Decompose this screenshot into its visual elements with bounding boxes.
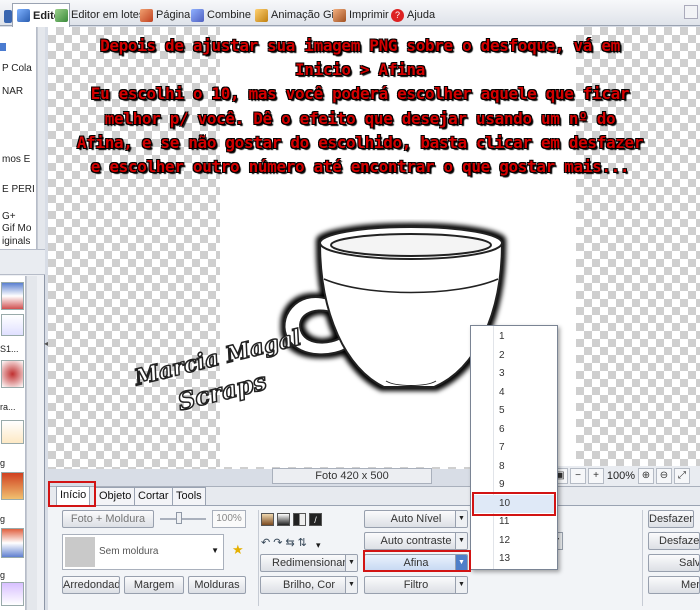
rotate-right-icon[interactable]: ↷ [273, 536, 282, 549]
gif-icon [255, 8, 268, 22]
folder-icon [0, 43, 6, 51]
photo-frame-button[interactable]: Foto + Moldura [62, 510, 154, 528]
brightness-color-button[interactable]: Brilho, Cor ▼ [260, 576, 358, 594]
negative-icon[interactable]: / [309, 513, 322, 526]
chevron-down-icon: ▼ [345, 577, 357, 593]
tab-batch-editor[interactable]: Editor em lotes [53, 5, 146, 25]
tab-cortar[interactable]: Cortar [134, 487, 173, 505]
flip-horizontal-icon[interactable]: ⇆ [285, 536, 294, 549]
thumbnail-scrollbar[interactable] [26, 276, 37, 610]
zoom-level: 100% [606, 470, 636, 482]
photo-size-status: Foto 420 x 500 [272, 468, 432, 484]
help-icon: ? [391, 8, 404, 22]
sidebar-splitter[interactable] [0, 249, 45, 275]
flip-vertical-icon[interactable]: ⇅ [298, 536, 307, 549]
resize-button[interactable]: Redimensionar ▼ [260, 554, 358, 572]
chevron-down-icon: ▼ [211, 546, 219, 555]
menu-item-12[interactable]: 12 [472, 532, 556, 550]
thumbnail[interactable] [1, 582, 24, 606]
rotate-left-icon[interactable]: ↶ [261, 536, 270, 549]
thumbnail[interactable] [1, 472, 24, 500]
chevron-down-icon: ▼ [455, 511, 467, 527]
fullscreen-icon[interactable]: ⤢ [674, 468, 690, 484]
instruction-text: Depois de ajustar sua imagem PNG sobre o… [76, 36, 644, 177]
menu-item-6[interactable]: 6 [472, 421, 556, 439]
frame-preview [65, 537, 95, 567]
frame-select[interactable]: Sem moldura ▼ [62, 534, 224, 570]
combine-icon [191, 8, 204, 22]
menu-item-8[interactable]: 8 [472, 458, 556, 476]
menu-item-4[interactable]: 4 [472, 384, 556, 402]
transform-icons: ↶ ↷ ⇆ ⇅ [261, 536, 307, 549]
divider [642, 510, 643, 606]
top-tab-bar: Editor Editor em lotes Página Combine An… [0, 0, 700, 27]
tab-objeto[interactable]: Objeto [95, 487, 136, 505]
printer-icon [333, 8, 346, 22]
page-icon [140, 8, 153, 22]
bottom-panel: Início Objeto Cortar Tools Foto + Moldur… [48, 486, 700, 610]
zoom-toolbar: ▣ − + 100% ⊕ ⊖ ⤢ [548, 466, 700, 486]
divider [258, 510, 259, 606]
slider-percent[interactable]: 100% [212, 510, 246, 528]
frame-slider[interactable] [160, 518, 206, 520]
zoom-out-icon[interactable]: − [570, 468, 586, 484]
auto-level-button[interactable]: Auto Nível ▼ [364, 510, 468, 528]
highlight-menu-item-10 [472, 492, 556, 516]
frames-button[interactable]: Molduras [188, 576, 246, 594]
zoom-in-icon[interactable]: + [588, 468, 604, 484]
menu-item-2[interactable]: 2 [472, 347, 556, 365]
thumbnail[interactable] [1, 528, 24, 558]
tab-help[interactable]: ? Ajuda [389, 5, 437, 25]
thumbnail[interactable] [1, 282, 24, 310]
tab-combine[interactable]: Combine [189, 5, 253, 25]
sepia-icon[interactable] [261, 513, 274, 526]
thumbnail-list[interactable]: S1... ra... g g g [0, 276, 26, 610]
undo-button[interactable]: Desfazer [648, 510, 694, 528]
undo-all-button[interactable]: Desfazer [648, 532, 700, 550]
menu-item-1[interactable]: 1 [472, 328, 556, 346]
tab-tools[interactable]: Tools [172, 487, 206, 505]
sharpen-dropdown-menu: 1 2 3 4 5 6 7 8 9 10 11 12 13 [470, 325, 558, 570]
auto-contrast-button[interactable]: Auto contraste ▼ [364, 532, 468, 550]
slider-thumb[interactable] [176, 512, 182, 524]
chevron-down-icon: ▼ [455, 533, 467, 549]
menu-item-7[interactable]: 7 [472, 439, 556, 457]
tab-page[interactable]: Página [138, 5, 192, 25]
more-button[interactable]: Mer [648, 576, 700, 594]
thumbnail[interactable] [1, 420, 24, 444]
menu-item-3[interactable]: 3 [472, 365, 556, 383]
thumbnail[interactable] [1, 314, 24, 336]
save-button[interactable]: Salv [648, 554, 700, 572]
chevron-down-icon: ▼ [455, 577, 467, 593]
editor-icon [17, 9, 30, 22]
contrast-icon[interactable] [293, 513, 306, 526]
star-icon[interactable]: ★ [232, 542, 244, 558]
effect-icons: / [261, 513, 322, 526]
rounded-button[interactable]: Arredondado [62, 576, 120, 594]
chevron-down-icon: ▼ [345, 555, 357, 571]
tab-gif-animation[interactable]: Animação Gif [253, 5, 339, 25]
tab-print[interactable]: Imprimir [331, 5, 391, 25]
menu-item-5[interactable]: 5 [472, 402, 556, 420]
filter-button[interactable]: Filtro ▼ [364, 576, 468, 594]
batch-icon [55, 8, 68, 22]
transform-dropdown-icon[interactable]: ▾ [316, 540, 321, 551]
window-button[interactable] [684, 5, 698, 19]
menu-item-13[interactable]: 13 [472, 550, 556, 568]
zoom-fit-icon[interactable]: ⊕ [638, 468, 654, 484]
highlight-sharpen-button [363, 550, 471, 572]
zoom-actual-icon[interactable]: ⊖ [656, 468, 672, 484]
grayscale-icon[interactable] [277, 513, 290, 526]
margin-button[interactable]: Margem [124, 576, 184, 594]
thumbnail[interactable] [1, 360, 24, 388]
highlight-inicio-tab [48, 481, 96, 507]
